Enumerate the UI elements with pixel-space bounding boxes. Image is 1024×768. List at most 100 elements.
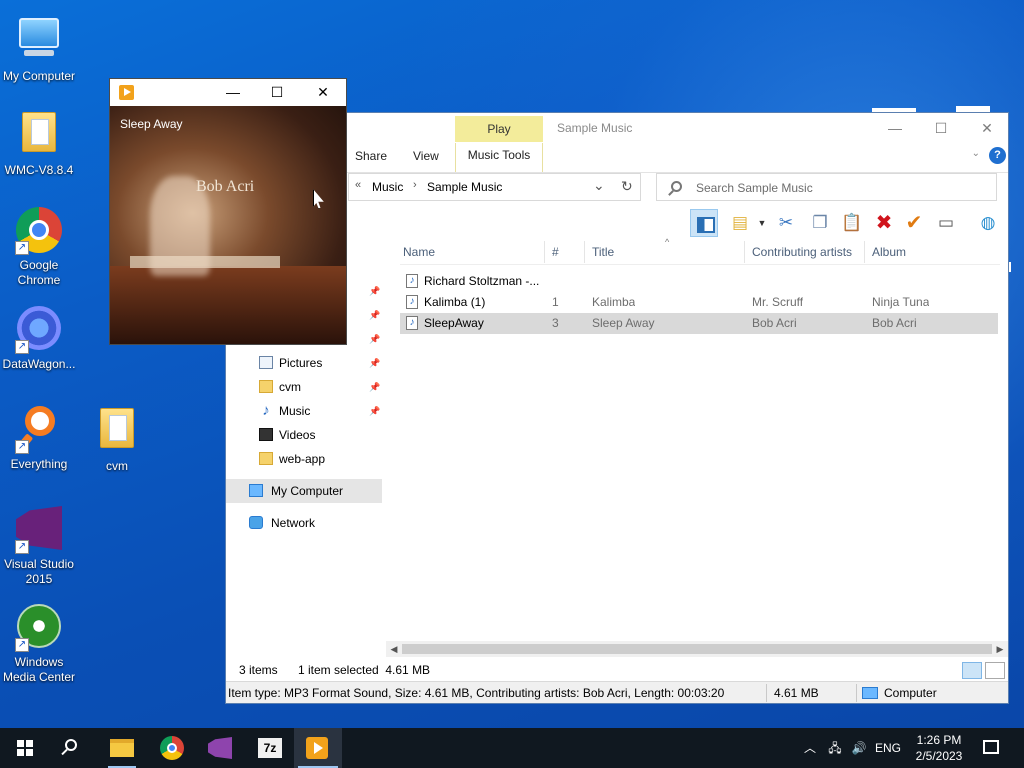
search-input[interactable]: Search Sample Music [696, 181, 813, 195]
column-header-contributing-artists[interactable]: Contributing artists [752, 245, 852, 259]
check-icon[interactable]: ✔ [900, 209, 928, 237]
pin-icon[interactable]: 📌 [369, 351, 380, 375]
address-dropdown-icon[interactable]: ⌄ [593, 177, 605, 194]
desktop-icon-label: WMC-V8.8.4 [4, 163, 74, 177]
sort-caret-icon: ^ [665, 237, 670, 247]
divider [766, 684, 767, 702]
computer-icon [862, 687, 878, 699]
taskbar-media-player[interactable] [294, 728, 342, 768]
nav-item-network[interactable]: Network [226, 511, 382, 535]
cell-number: 3 [552, 316, 559, 330]
desktop-icon-chrome[interactable]: ↗ Google Chrome [0, 206, 78, 288]
column-header-album[interactable]: Album [872, 245, 906, 259]
network-icon[interactable]: 🖧 [824, 728, 846, 768]
preview-pane-icon[interactable] [690, 209, 718, 237]
pin-icon[interactable]: 📌 [369, 375, 380, 399]
tray-overflow-icon[interactable]: ︿ [800, 728, 820, 768]
maximize-button[interactable]: ☐ [918, 113, 964, 143]
breadcrumb-music[interactable]: Music [372, 180, 403, 194]
nav-item-cvm[interactable]: cvm 📌 [226, 375, 382, 399]
notifications-icon[interactable] [983, 740, 999, 754]
pin-icon[interactable]: 📌 [369, 399, 380, 423]
taskbar-visual-studio[interactable] [196, 728, 244, 768]
album-art[interactable]: Bob Acri Sleep Away [110, 106, 346, 344]
shortcut-arrow-icon: ↗ [15, 638, 29, 652]
tab-share[interactable]: Share [355, 149, 387, 163]
status-bar: 3 items 1 item selected 4.61 MB [226, 659, 1008, 681]
scroll-right-icon[interactable]: ▶ [992, 641, 1008, 657]
search-icon [65, 739, 77, 751]
chevron-down-icon[interactable]: ⌄ [972, 148, 980, 159]
address-bar[interactable]: « Music › Sample Music ⌄ ↻ [348, 173, 641, 201]
shortcut-arrow-icon: ↗ [15, 440, 29, 454]
start-button[interactable] [0, 728, 48, 768]
taskbar-7zip[interactable]: 7z [246, 728, 294, 768]
nav-item-my-computer[interactable]: My Computer [226, 479, 382, 503]
column-header-name[interactable]: Name [403, 245, 435, 259]
media-player-window[interactable]: — ☐ ✕ Bob Acri Sleep Away [109, 78, 347, 345]
copy-icon[interactable]: ❐ [806, 209, 834, 237]
maximize-button[interactable]: ☐ [254, 79, 300, 106]
delete-icon[interactable]: ✖ [870, 209, 898, 237]
desktop-icon-media-center[interactable]: ↗ Windows Media Center [0, 602, 78, 685]
cut-icon[interactable]: ✂ [772, 209, 800, 237]
nav-item-videos[interactable]: Videos [226, 423, 382, 447]
folder-icon [110, 739, 134, 757]
scroll-left-icon[interactable]: ◀ [386, 641, 402, 657]
taskbar-search-button[interactable] [48, 728, 96, 768]
breadcrumb-sample-music[interactable]: Sample Music [427, 180, 502, 194]
rename-icon[interactable]: ▭ [932, 209, 960, 237]
refresh-icon[interactable]: ↻ [621, 178, 633, 195]
close-button[interactable]: ✕ [300, 79, 346, 106]
tab-view[interactable]: View [413, 149, 439, 163]
cell-title: Sleep Away [592, 316, 655, 330]
table-row[interactable]: ♪ Kalimba (1) 1 Kalimba Mr. Scruff Ninja… [400, 292, 998, 313]
column-divider[interactable] [864, 241, 865, 263]
table-row[interactable]: ♪ Richard Stoltzman -... [400, 271, 998, 292]
language-indicator[interactable]: ENG [872, 728, 904, 768]
desktop-icon-label: My Computer [2, 69, 76, 83]
horizontal-scrollbar[interactable]: ◀ ▶ [386, 641, 1008, 657]
nav-item-pictures[interactable]: Pictures 📌 [226, 351, 382, 375]
tab-music-tools[interactable]: Music Tools [455, 143, 543, 172]
nav-item-web-app[interactable]: web-app [226, 447, 382, 471]
minimize-button[interactable]: — [872, 113, 918, 143]
large-icons-view-icon[interactable] [985, 662, 1005, 679]
taskbar-file-explorer[interactable] [98, 728, 146, 768]
globe-icon[interactable]: ◍ [974, 209, 1002, 237]
context-tab-group-play[interactable]: Play [455, 116, 543, 142]
column-divider[interactable] [584, 241, 585, 263]
magnifier-icon: ↗ [15, 406, 63, 454]
album-art-floor [110, 266, 346, 344]
desktop-icon-datawagon[interactable]: ↗ DataWagon... [0, 304, 78, 372]
desktop-icon-visual-studio[interactable]: ↗ Visual Studio 2015 [0, 504, 78, 587]
search-box[interactable]: Search Sample Music [656, 173, 997, 201]
selection-status: 1 item selected 4.61 MB [298, 663, 431, 677]
desktop-icon-wmc[interactable]: WMC-V8.8.4 [0, 108, 78, 178]
seven-zip-icon: 7z [258, 738, 282, 758]
column-header-number[interactable]: # [552, 245, 559, 259]
desktop-icon-cvm[interactable]: cvm [78, 404, 156, 474]
nav-item-music[interactable]: ♪ Music 📌 [226, 399, 382, 423]
volume-icon[interactable]: 🔊 [848, 728, 870, 768]
table-row-selected[interactable]: ♪ SleepAway 3 Sleep Away Bob Acri Bob Ac… [400, 313, 998, 334]
shortcut-arrow-icon: ↗ [15, 340, 29, 354]
address-overflow-icon[interactable]: « [355, 179, 361, 191]
desktop-icon-everything[interactable]: ↗ Everything [0, 404, 78, 472]
player-titlebar[interactable]: — ☐ ✕ [110, 79, 346, 106]
close-button[interactable]: ✕ [964, 113, 1010, 143]
taskbar-clock[interactable]: 1:26 PM 2/5/2023 [908, 732, 970, 764]
taskbar-chrome[interactable] [148, 728, 196, 768]
nav-item-label: Network [271, 516, 316, 530]
cell-album: Bob Acri [872, 316, 917, 330]
minimize-button[interactable]: — [210, 79, 256, 106]
column-header-title[interactable]: Title [592, 245, 614, 259]
desktop-icon-my-computer[interactable]: My Computer [0, 10, 78, 84]
column-divider[interactable] [544, 241, 545, 263]
column-divider[interactable] [744, 241, 745, 263]
help-icon[interactable]: ? [989, 147, 1006, 164]
scrollbar-thumb[interactable] [402, 644, 992, 654]
details-view-icon[interactable] [962, 662, 982, 679]
window-title: Sample Music [557, 121, 633, 135]
paste-icon[interactable]: 📋 [838, 209, 866, 237]
